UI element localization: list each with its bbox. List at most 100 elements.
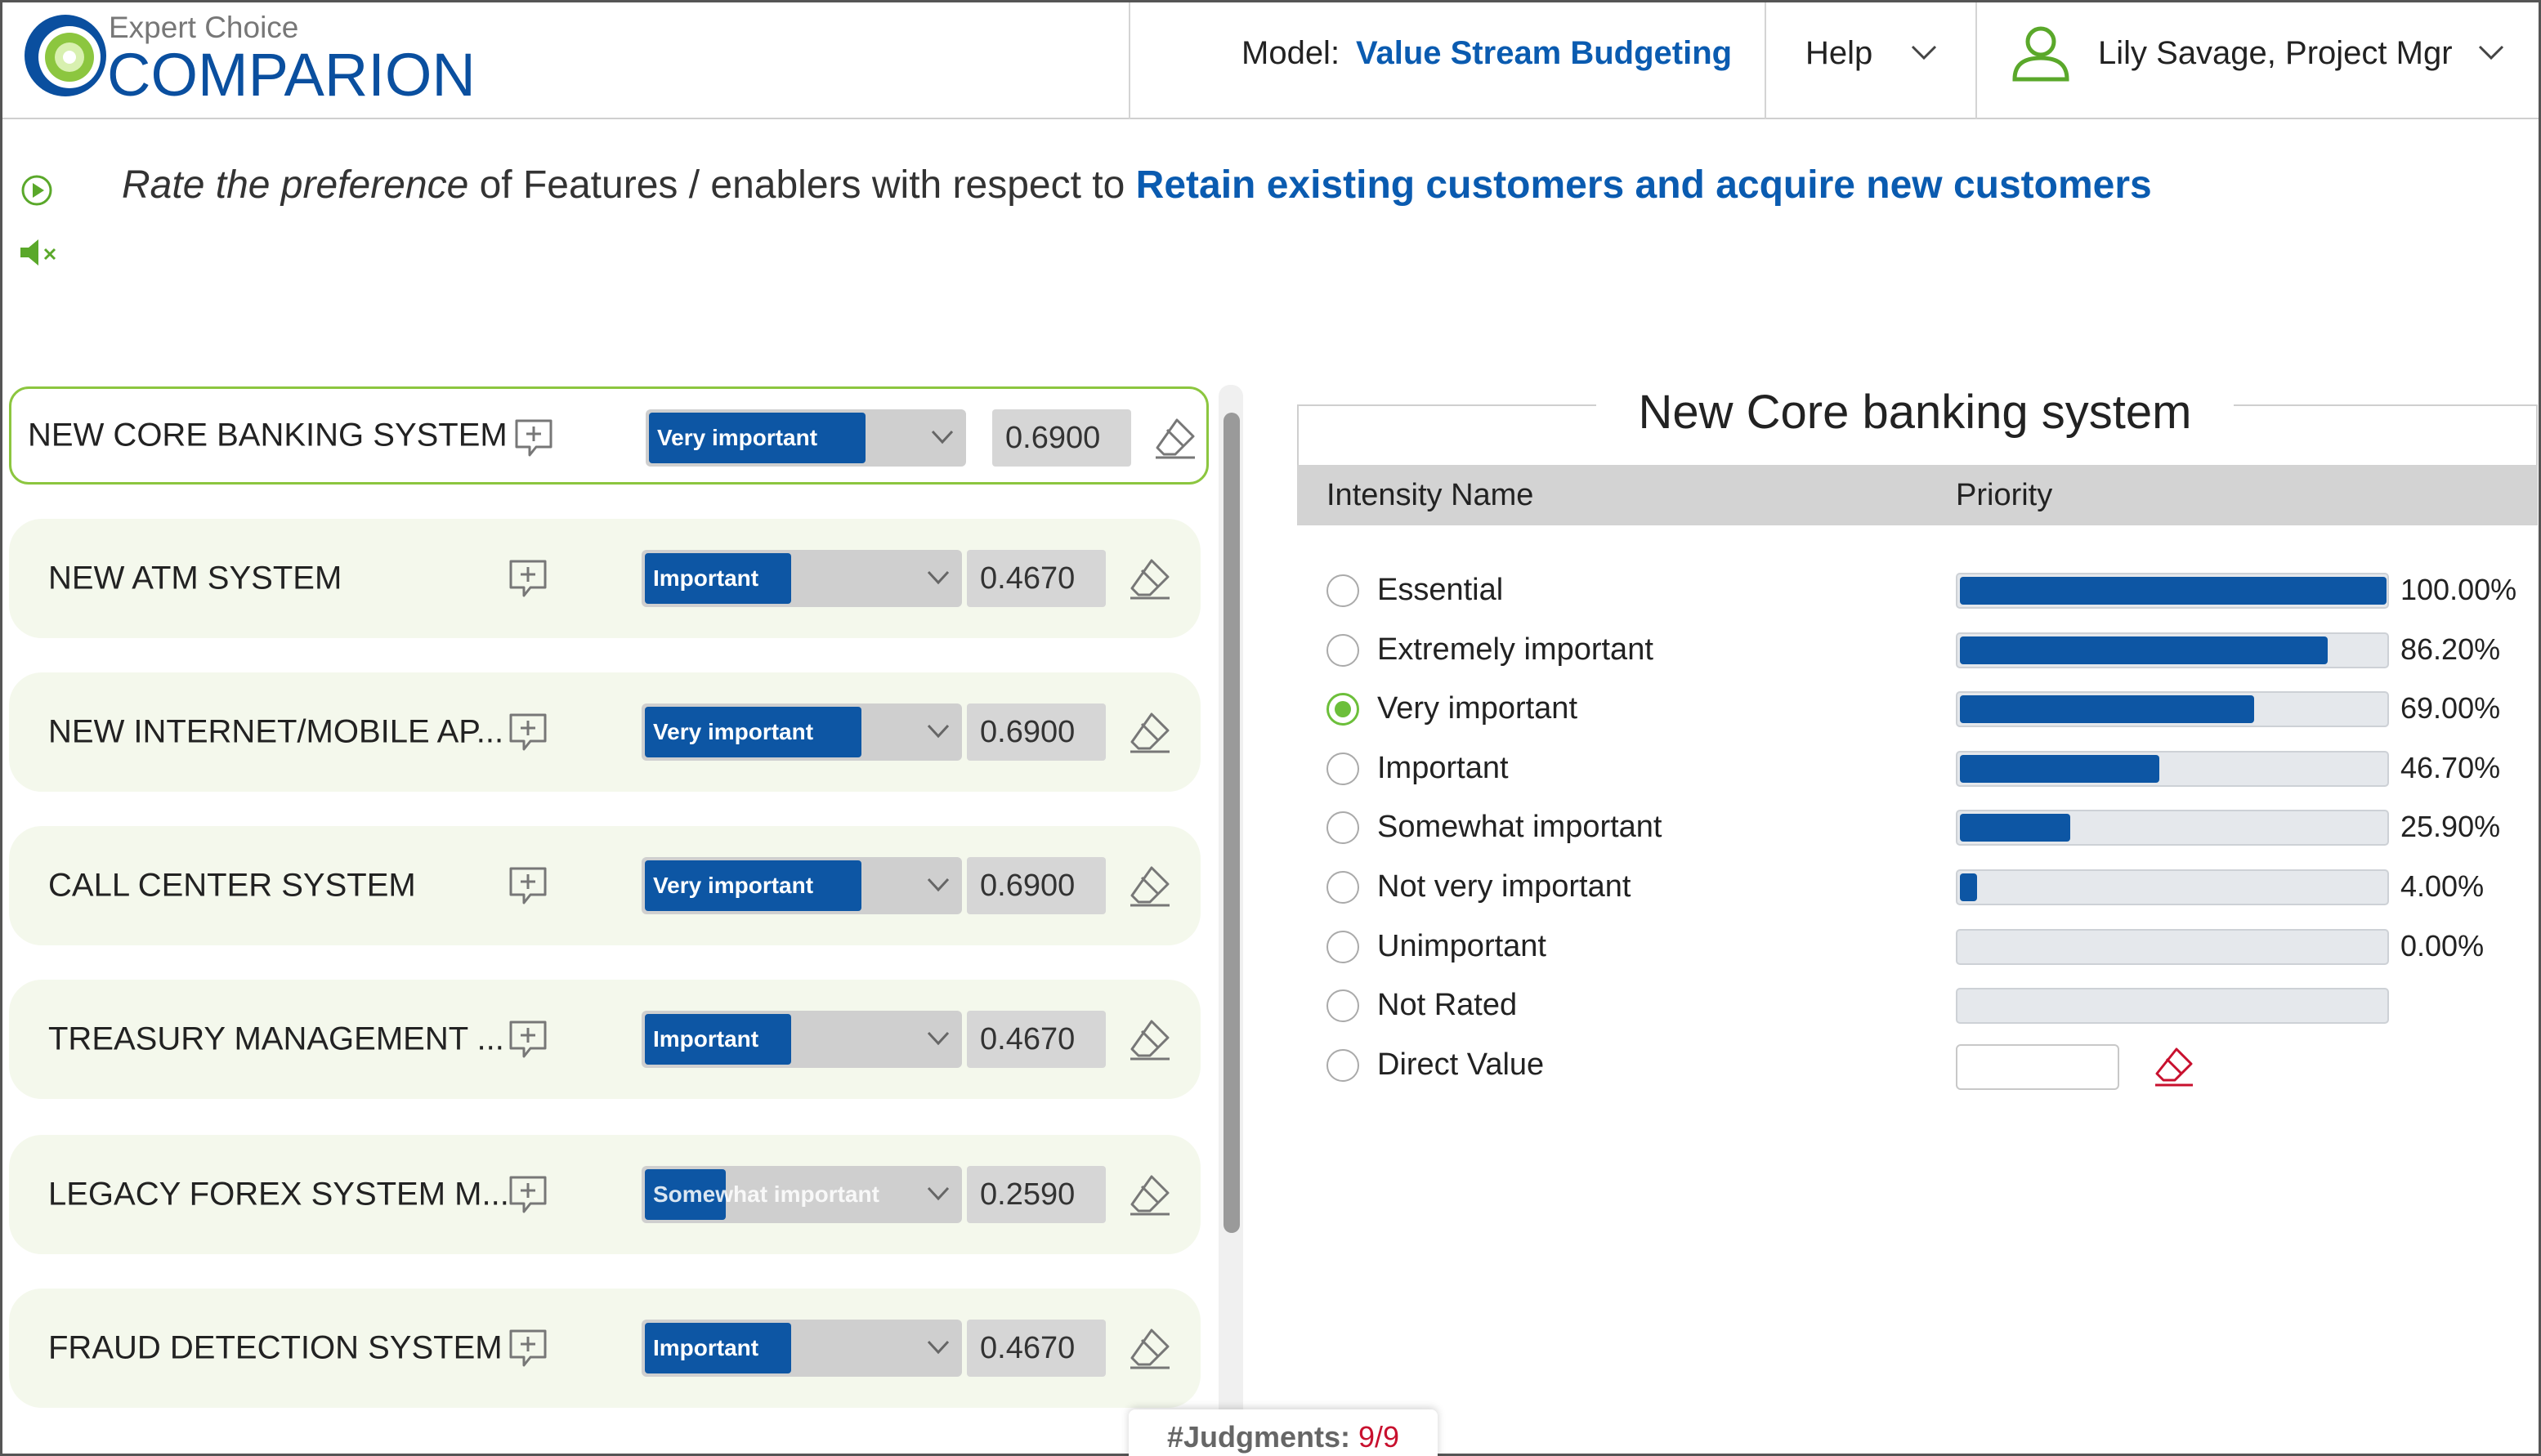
- rating-dropdown[interactable]: Important: [642, 1011, 962, 1068]
- eraser-icon[interactable]: [1127, 1325, 1173, 1371]
- eraser-icon[interactable]: [1127, 1172, 1173, 1217]
- intensity-name: Extremely important: [1377, 632, 1653, 667]
- header-divider: [1129, 2, 1130, 119]
- priority-percent: 100.00%: [2400, 573, 2517, 606]
- intensity-row[interactable]: Somewhat important 25.90%: [1326, 798, 2536, 857]
- intensity-row[interactable]: Extremely important 86.20%: [1326, 621, 2536, 680]
- direct-value-input[interactable]: [1956, 1044, 2119, 1090]
- intensity-name: Essential: [1377, 573, 1504, 607]
- chevron-down-icon: [927, 570, 950, 585]
- add-comment-icon[interactable]: [506, 1017, 550, 1061]
- app-frame: Expert Choice COMPARION Model: Value Str…: [0, 0, 2541, 1456]
- logo-main-text: COMPARION: [107, 41, 476, 109]
- chevron-down-icon: [931, 430, 954, 444]
- add-comment-icon[interactable]: [506, 864, 550, 908]
- add-comment-icon[interactable]: [512, 416, 556, 460]
- alternative-row[interactable]: CALL CENTER SYSTEM Very important 0.6900: [9, 826, 1201, 945]
- chevron-down-icon[interactable]: [2477, 43, 2505, 61]
- priority-percent: 25.90%: [2400, 810, 2501, 843]
- alternative-name: FRAUD DETECTION SYSTEM: [48, 1329, 503, 1366]
- intensity-name: Not very important: [1377, 869, 1631, 904]
- alternative-row[interactable]: NEW INTERNET/MOBILE AP... Very important 0…: [9, 672, 1201, 792]
- evaluation-prompt: Rate the preference of Features / enable…: [122, 163, 2152, 208]
- alternative-row[interactable]: FRAUD DETECTION SYSTEM Important 0.4670: [9, 1289, 1201, 1408]
- rating-dropdown[interactable]: Important: [642, 1320, 962, 1377]
- rating-label: Very important: [657, 425, 818, 450]
- intensity-radio[interactable]: [1326, 753, 1359, 785]
- rating-dropdown[interactable]: Somewhat important: [642, 1166, 962, 1223]
- rating-dropdown[interactable]: Very important: [646, 409, 966, 467]
- rating-dropdown[interactable]: Very important: [642, 857, 962, 914]
- top-header: Expert Choice COMPARION Model: Value Str…: [2, 2, 2539, 119]
- intensity-radio[interactable]: [1326, 931, 1359, 963]
- mute-icon[interactable]: [19, 236, 60, 269]
- chevron-down-icon: [927, 1186, 950, 1201]
- alternative-row[interactable]: TREASURY MANAGEMENT ... Important 0.4670: [9, 980, 1201, 1099]
- intensity-radio[interactable]: [1326, 1049, 1359, 1082]
- intensity-name: Important: [1377, 751, 1509, 785]
- intensity-row[interactable]: Not Rated: [1326, 976, 2536, 1035]
- intensity-radio[interactable]: [1326, 634, 1359, 667]
- priority-value: 0.4670: [967, 1320, 1106, 1377]
- goal-link[interactable]: Retain existing customers and acquire ne…: [1136, 163, 2152, 207]
- intensity-row[interactable]: Essential 100.00%: [1326, 561, 2536, 620]
- user-menu[interactable]: Lily Savage, Project Mgr: [2098, 35, 2453, 72]
- intensity-radio[interactable]: [1326, 574, 1359, 607]
- priority-bar-fill: [1960, 636, 2328, 664]
- intensity-name: Very important: [1377, 691, 1577, 726]
- rating-dropdown[interactable]: Very important: [642, 703, 962, 761]
- intensity-row[interactable]: Unimportant 0.00%: [1326, 918, 2536, 976]
- priority-percent: 4.00%: [2400, 869, 2485, 903]
- priority-percent: 0.00%: [2400, 929, 2485, 962]
- alternative-name: CALL CENTER SYSTEM: [48, 867, 416, 904]
- model-name-link[interactable]: Value Stream Budgeting: [1356, 35, 1732, 72]
- logo-circle-icon: [25, 15, 106, 96]
- add-comment-icon[interactable]: [506, 710, 550, 754]
- priority-value: 0.6900: [967, 857, 1106, 914]
- priority-bar: [1956, 988, 2389, 1024]
- alternative-row[interactable]: NEW ATM SYSTEM Important 0.4670: [9, 519, 1201, 638]
- priority-bar: [1956, 632, 2389, 668]
- intensity-row[interactable]: Very important 69.00%: [1326, 680, 2536, 739]
- chevron-down-icon: [927, 878, 950, 892]
- priority-bar-fill: [1960, 755, 2159, 783]
- eraser-icon[interactable]: [1127, 1016, 1173, 1062]
- add-comment-icon[interactable]: [506, 1172, 550, 1217]
- intensity-row[interactable]: Direct Value: [1326, 1036, 2536, 1095]
- model-label: Model:: [1241, 35, 1340, 71]
- eraser-icon[interactable]: [1152, 415, 1198, 461]
- alternative-name: NEW ATM SYSTEM: [48, 560, 342, 596]
- judgments-value: 9/9: [1358, 1420, 1400, 1454]
- intensity-row[interactable]: Important 46.70%: [1326, 739, 2536, 798]
- help-menu[interactable]: Help: [1805, 35, 1872, 72]
- intensity-row[interactable]: Not very important 4.00%: [1326, 858, 2536, 917]
- col-intensity-name: Intensity Name: [1326, 478, 1534, 512]
- alternative-row[interactable]: NEW CORE BANKING SYSTEM Very important 0.6…: [9, 386, 1209, 485]
- priority-bar: [1956, 810, 2389, 846]
- chevron-down-icon: [927, 1340, 950, 1355]
- eraser-icon[interactable]: [1127, 556, 1173, 601]
- comparion-logo[interactable]: Expert Choice COMPARION: [22, 9, 480, 115]
- priority-bar-fill: [1960, 814, 2070, 842]
- alternative-row[interactable]: LEGACY FOREX SYSTEM M... Somewhat importa…: [9, 1135, 1201, 1254]
- add-comment-icon[interactable]: [506, 556, 550, 601]
- priority-bar-fill: [1960, 695, 2254, 723]
- chevron-down-icon[interactable]: [1910, 43, 1938, 61]
- eraser-icon[interactable]: [2152, 1044, 2196, 1088]
- priority-percent: 86.20%: [2400, 632, 2501, 666]
- chevron-down-icon: [927, 724, 950, 739]
- eraser-icon[interactable]: [1127, 863, 1173, 909]
- intensity-radio[interactable]: [1326, 693, 1359, 726]
- add-comment-icon[interactable]: [506, 1326, 550, 1370]
- intensity-radio[interactable]: [1326, 811, 1359, 844]
- play-icon[interactable]: [20, 174, 53, 207]
- scrollbar-thumb[interactable]: [1224, 413, 1240, 1233]
- intensity-radio[interactable]: [1326, 871, 1359, 904]
- rating-label: Very important: [653, 719, 814, 744]
- header-divider: [1975, 2, 1977, 119]
- priority-bar: [1956, 869, 2389, 905]
- rating-dropdown[interactable]: Important: [642, 550, 962, 607]
- priority-percent: 46.70%: [2400, 751, 2501, 784]
- intensity-radio[interactable]: [1326, 989, 1359, 1022]
- eraser-icon[interactable]: [1127, 709, 1173, 755]
